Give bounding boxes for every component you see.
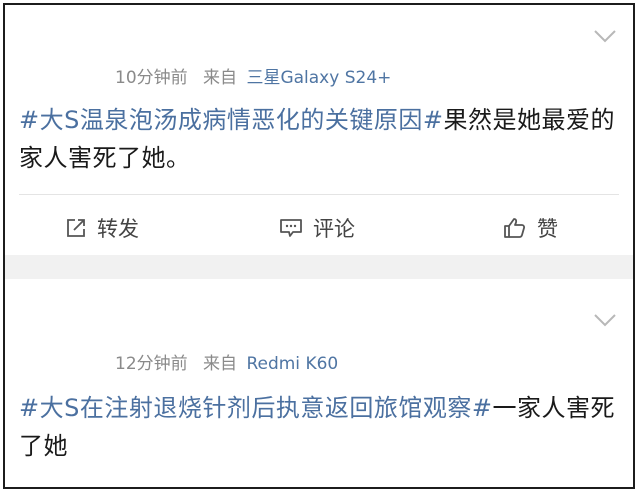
comment-label: 评论 [313,217,355,241]
share-label: 转发 [97,217,139,241]
topic-link[interactable]: #大S温泉泡汤成病情恶化的关键原因# [19,106,443,134]
divider [19,194,619,195]
source-device[interactable]: 三星Galaxy S24+ [246,68,391,88]
like-label: 赞 [537,217,558,241]
share-button[interactable]: 转发 [65,211,139,245]
source-prefix: 来自 [203,354,238,374]
chevron-down-icon[interactable] [593,313,617,327]
comment-icon [280,219,302,237]
source-prefix: 来自 [203,68,238,88]
post-card: 12分钟前 来自 Redmi K60 #大S在注射退烧针剂后执意返回旅馆观察#一… [5,279,633,487]
feed-separator [5,255,633,279]
share-icon [67,219,85,237]
post-text: #大S温泉泡汤成病情恶化的关键原因#果然是她最爱的家人害死了她。 [19,101,615,177]
post-card: 10分钟前 来自 三星Galaxy S24+ #大S温泉泡汤成病情恶化的关键原因… [5,5,633,255]
post-text: #大S在注射退烧针剂后执意返回旅馆观察#一家人害死了她 [19,389,615,465]
chevron-down-icon[interactable] [593,29,617,43]
post-meta: 10分钟前 来自 三星Galaxy S24+ [115,63,391,88]
like-button[interactable]: 赞 [503,211,558,245]
post-time: 12分钟前 [115,354,188,374]
thumbs-up-icon [504,218,526,238]
post-time: 10分钟前 [115,68,188,88]
source-device[interactable]: Redmi K60 [246,354,338,374]
topic-link[interactable]: #大S在注射退烧针剂后执意返回旅馆观察# [19,394,492,422]
comment-button[interactable]: 评论 [279,211,355,245]
post-meta: 12分钟前 来自 Redmi K60 [115,349,338,374]
weibo-feed: 10分钟前 来自 三星Galaxy S24+ #大S温泉泡汤成病情恶化的关键原因… [3,3,635,489]
